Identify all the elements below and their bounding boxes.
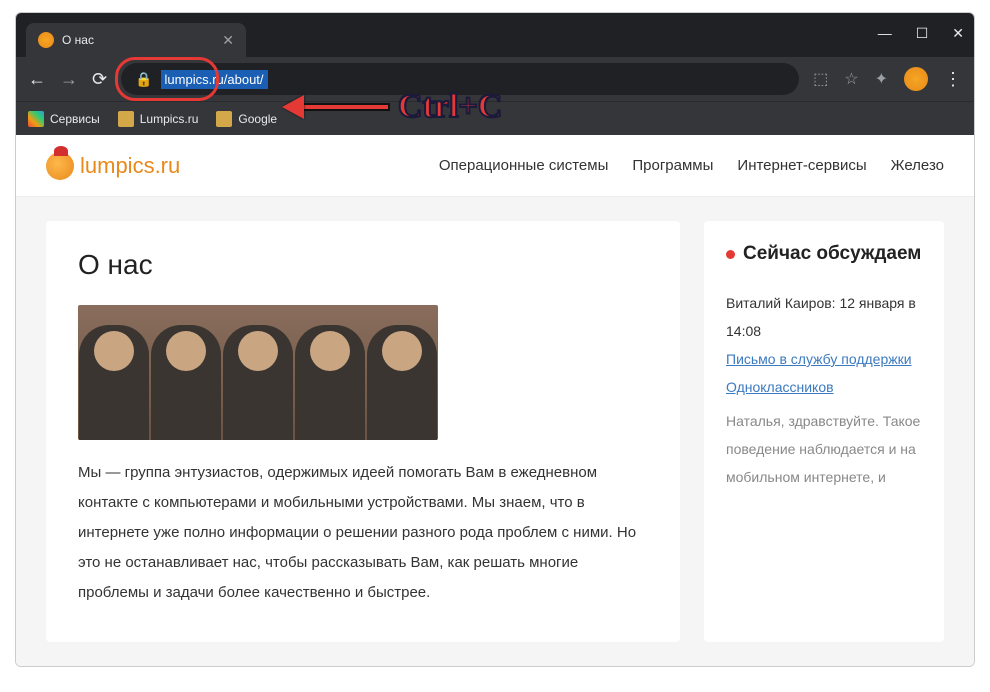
bookmark-google[interactable]: Google xyxy=(216,111,277,127)
titlebar: О нас ✕ — ☐ ✕ xyxy=(16,13,974,57)
address-bar[interactable]: 🔒 lumpics.ru/about/ xyxy=(121,63,799,95)
site-logo[interactable]: lumpics.ru xyxy=(46,152,180,180)
team-photo xyxy=(78,305,438,440)
maximize-icon[interactable]: ☐ xyxy=(916,25,929,42)
profile-avatar-icon[interactable] xyxy=(904,67,928,91)
browser-window: О нас ✕ — ☐ ✕ ← → ⟳ 🔒 lumpics.ru/about/ … xyxy=(15,12,975,667)
bookmark-apps[interactable]: Сервисы xyxy=(28,111,100,127)
bookmark-label: Сервисы xyxy=(50,112,100,126)
nav-os[interactable]: Операционные системы xyxy=(439,157,609,174)
nav-hardware[interactable]: Железо xyxy=(891,157,944,174)
nav-programs[interactable]: Программы xyxy=(632,157,713,174)
bookmark-label: Google xyxy=(238,112,277,126)
toolbar-right: ⬚ ☆ ✦ ⋮ xyxy=(813,67,962,91)
close-icon[interactable]: ✕ xyxy=(222,32,234,49)
reload-icon[interactable]: ⟳ xyxy=(92,69,107,90)
forward-icon[interactable]: → xyxy=(60,69,78,90)
menu-icon[interactable]: ⋮ xyxy=(944,69,962,90)
logo-text: lumpics.ru xyxy=(80,153,180,179)
back-icon[interactable]: ← xyxy=(28,69,46,90)
page-content: lumpics.ru Операционные системы Программ… xyxy=(16,135,974,666)
lock-icon: 🔒 xyxy=(135,71,152,88)
bookmarks-bar: Сервисы Lumpics.ru Google xyxy=(16,101,974,135)
favicon-icon xyxy=(38,32,54,48)
sidebar-heading: Сейчас обсуждаем xyxy=(726,243,922,265)
live-dot-icon xyxy=(726,250,735,259)
nav-services[interactable]: Интернет-сервисы xyxy=(737,157,866,174)
main-area: О нас Мы — группа энтузиастов, одержимых… xyxy=(16,197,974,666)
browser-tab[interactable]: О нас ✕ xyxy=(26,23,246,57)
comment-body: Наталья, здравствуйте. Такое поведение н… xyxy=(726,407,922,491)
site-nav: Операционные системы Программы Интернет-… xyxy=(439,157,944,174)
article-body: Мы — группа энтузиастов, одержимых идеей… xyxy=(78,458,648,608)
article: О нас Мы — группа энтузиастов, одержимых… xyxy=(46,221,680,642)
comment-link[interactable]: Письмо в службу поддержки Одноклассников xyxy=(726,345,922,401)
minimize-icon[interactable]: — xyxy=(878,25,892,42)
tab-title: О нас xyxy=(62,33,214,47)
bookmark-label: Lumpics.ru xyxy=(140,112,199,126)
page-title: О нас xyxy=(78,249,648,281)
folder-icon xyxy=(216,111,232,127)
sidebar: Сейчас обсуждаем Виталий Каиров: 12 янва… xyxy=(704,221,944,642)
bookmark-star-icon[interactable]: ☆ xyxy=(844,69,858,89)
site-header: lumpics.ru Операционные системы Программ… xyxy=(16,135,974,197)
close-window-icon[interactable]: ✕ xyxy=(952,25,964,42)
cast-icon[interactable]: ⬚ xyxy=(813,69,828,89)
comment-author: Виталий Каиров: 12 января в 14:08 xyxy=(726,289,922,345)
folder-icon xyxy=(118,111,134,127)
window-controls: — ☐ ✕ xyxy=(878,25,964,42)
bookmark-lumpics[interactable]: Lumpics.ru xyxy=(118,111,199,127)
apps-icon xyxy=(28,111,44,127)
extensions-icon[interactable]: ✦ xyxy=(875,69,888,89)
logo-icon xyxy=(46,152,74,180)
toolbar: ← → ⟳ 🔒 lumpics.ru/about/ ⬚ ☆ ✦ ⋮ xyxy=(16,57,974,101)
sidebar-heading-text: Сейчас обсуждаем xyxy=(743,243,921,265)
url-text[interactable]: lumpics.ru/about/ xyxy=(161,70,268,89)
